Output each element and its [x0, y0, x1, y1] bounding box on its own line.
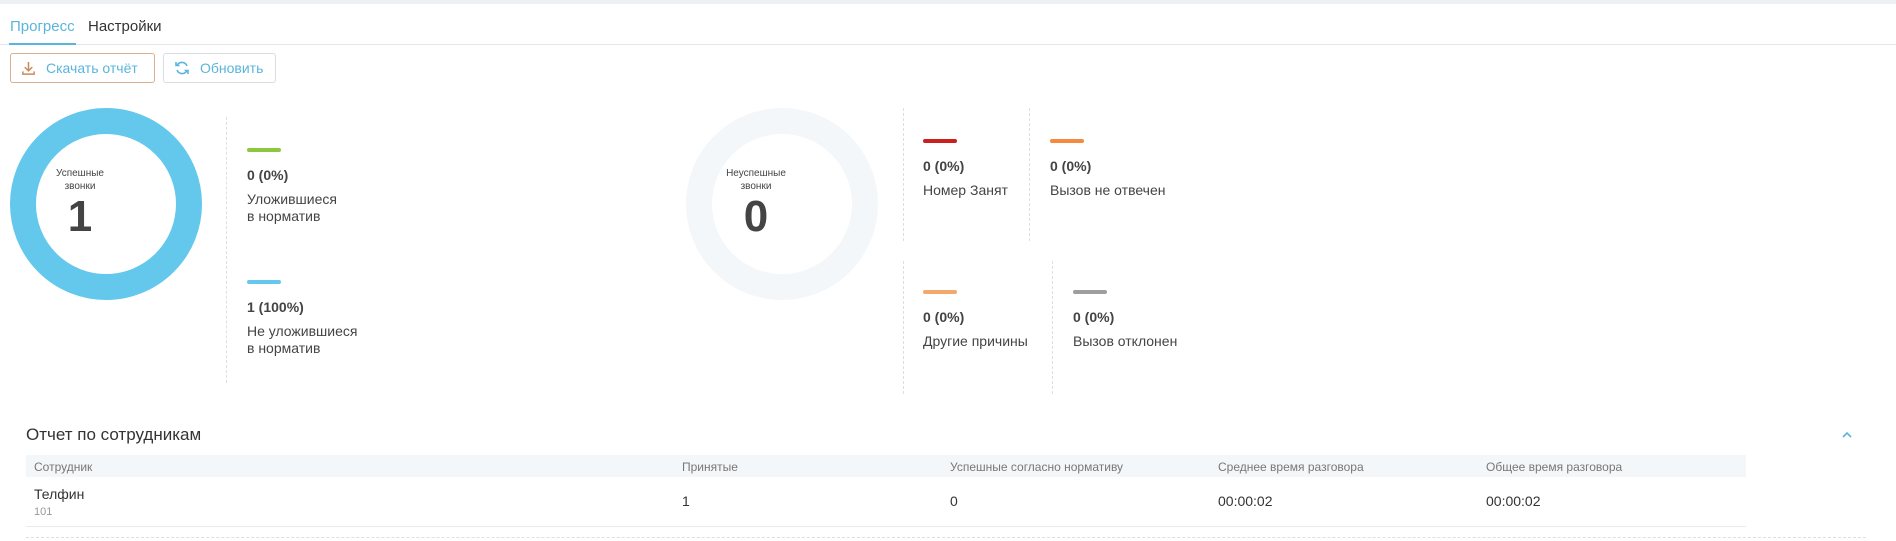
stat-busy: 0 (0%) Номер Занят — [923, 139, 1008, 199]
divider — [1029, 108, 1030, 241]
column-header: Среднее время разговора — [1218, 460, 1364, 474]
column-header: Общее время разговора — [1486, 460, 1623, 474]
other-reasons-value: 0 (0%) — [923, 309, 965, 325]
stat-outside-norm: 1 (100%) Не уложившиеся в норматив — [247, 280, 357, 357]
unsuccessful-calls-donut: Неуспешные звонки 0 — [686, 108, 878, 300]
stat-within-norm: 0 (0%) Уложившиеся в норматив — [247, 148, 337, 225]
divider — [226, 117, 227, 383]
tab-settings[interactable]: Настройки — [88, 18, 162, 35]
outside-norm-color-bar — [247, 280, 281, 284]
successful-count: 0 — [950, 493, 958, 509]
column-header: Сотрудник — [34, 460, 93, 474]
average-call-time: 00:00:02 — [1218, 493, 1273, 509]
no-answer-value: 0 (0%) — [1050, 158, 1092, 174]
table-header: Сотрудник Принятые Успешные согласно нор… — [26, 455, 1746, 477]
stat-rejected: 0 (0%) Вызов отклонен — [1073, 290, 1177, 350]
within-norm-color-bar — [247, 148, 281, 152]
employee-name: Телфин — [34, 486, 85, 502]
tab-bar: Прогресс Настройки — [0, 4, 1896, 45]
successful-calls-donut: Успешные звонки 1 — [10, 108, 202, 300]
successful-calls-count: 1 — [67, 192, 93, 241]
outside-norm-value: 1 (100%) — [247, 299, 304, 315]
divider — [1052, 261, 1053, 394]
within-norm-label: Уложившиеся в норматив — [247, 191, 337, 224]
no-answer-label: Вызов не отвечен — [1050, 182, 1166, 198]
column-header: Принятые — [682, 460, 738, 474]
accepted-count: 1 — [682, 493, 690, 509]
refresh-icon — [175, 61, 189, 75]
stat-no-answer: 0 (0%) Вызов не отвечен — [1050, 139, 1166, 199]
employee-extension: 101 — [34, 506, 53, 518]
successful-calls-title: Успешные звонки — [56, 168, 104, 192]
rejected-color-bar — [1073, 290, 1107, 294]
tab-progress[interactable]: Прогресс — [9, 18, 76, 45]
divider — [26, 537, 1866, 538]
busy-label: Номер Занят — [923, 182, 1008, 198]
busy-color-bar — [923, 139, 957, 143]
within-norm-value: 0 (0%) — [247, 167, 289, 183]
rejected-label: Вызов отклонен — [1073, 333, 1178, 349]
total-call-time: 00:00:02 — [1486, 493, 1541, 509]
unsuccessful-calls-count: 0 — [743, 192, 769, 241]
divider — [903, 261, 904, 394]
other-reasons-color-bar — [923, 290, 957, 294]
chevron-up-icon[interactable] — [1840, 428, 1854, 442]
download-report-label: Скачать отчёт — [46, 60, 138, 76]
busy-value: 0 (0%) — [923, 158, 965, 174]
download-icon — [22, 61, 35, 75]
divider — [903, 108, 904, 241]
stat-other-reasons: 0 (0%) Другие причины — [923, 290, 1028, 350]
table-row[interactable]: Телфин 101 1 0 00:00:02 00:00:02 — [26, 477, 1746, 527]
employee-report-title: Отчет по сотрудникам — [26, 425, 202, 444]
unsuccessful-calls-title: Неуспешные звонки — [726, 168, 786, 192]
refresh-label: Обновить — [200, 60, 264, 76]
outside-norm-label: Не уложившиеся в норматив — [247, 323, 358, 356]
no-answer-color-bar — [1050, 139, 1084, 143]
other-reasons-label: Другие причины — [923, 333, 1028, 349]
refresh-button[interactable]: Обновить — [163, 53, 276, 83]
rejected-value: 0 (0%) — [1073, 309, 1115, 325]
column-header: Успешные согласно нормативу — [950, 460, 1124, 474]
download-report-button[interactable]: Скачать отчёт — [10, 53, 155, 83]
